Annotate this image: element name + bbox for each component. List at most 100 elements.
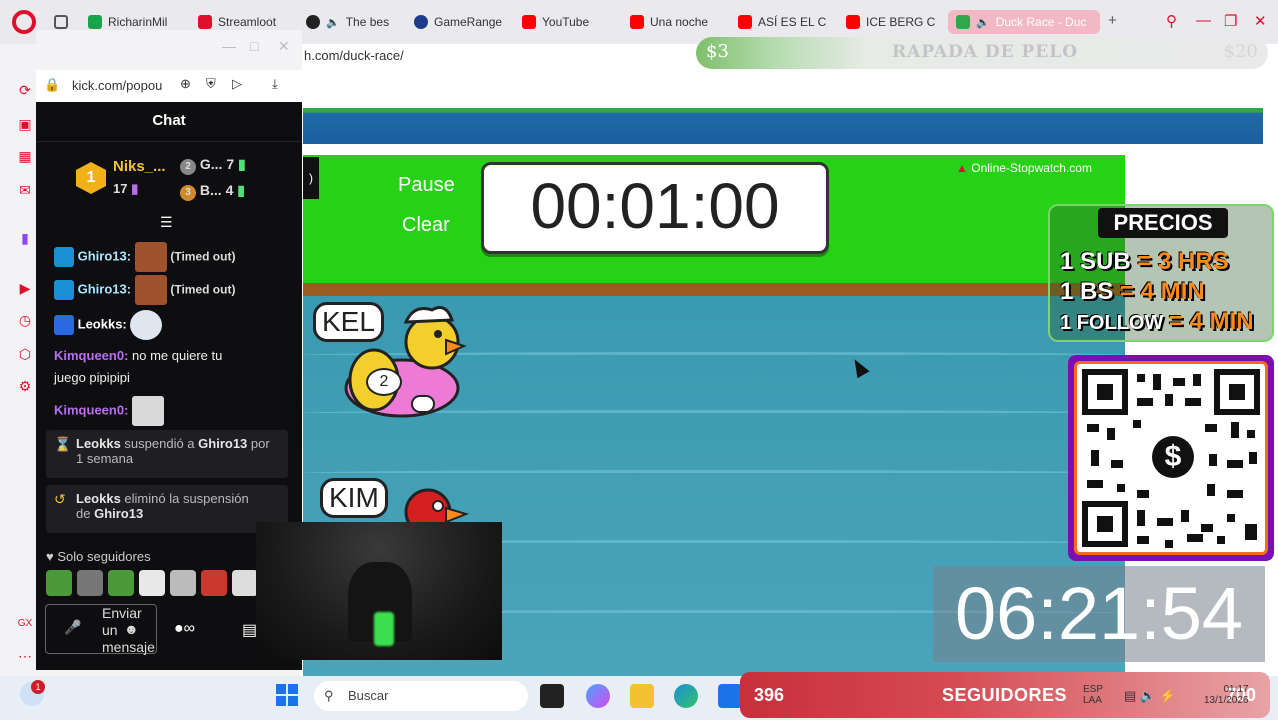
- minimize-button[interactable]: —: [222, 38, 236, 54]
- more-icon[interactable]: ⋯: [17, 648, 33, 664]
- water-wave: [303, 470, 1125, 476]
- duck-kim[interactable]: [392, 486, 472, 526]
- system-message: ↺ Leokks eliminó la suspensión de Ghiro13: [46, 485, 288, 533]
- emoji-icon[interactable]: ☻: [124, 621, 139, 637]
- edge-icon[interactable]: [674, 684, 698, 708]
- play-icon[interactable]: ▶: [17, 280, 33, 296]
- store-icon[interactable]: [718, 684, 742, 708]
- donation-current: $3: [706, 41, 729, 62]
- tab-favicon-icon: [198, 15, 212, 29]
- windows-start-icon[interactable]: [276, 684, 298, 706]
- zoom-icon[interactable]: ⊕: [180, 76, 191, 92]
- mod-badge-icon: [54, 315, 74, 335]
- history-icon[interactable]: ⟳: [17, 82, 33, 98]
- youtube-icon: [630, 15, 644, 29]
- popout-url: kick.com/popou: [72, 78, 163, 93]
- clear-button[interactable]: Clear: [402, 214, 450, 237]
- copilot-icon[interactable]: [586, 684, 610, 708]
- new-tab-button[interactable]: +: [1108, 12, 1117, 29]
- language-indicator[interactable]: ESP LAA: [1083, 684, 1103, 706]
- emote-icon[interactable]: [232, 570, 258, 596]
- green-light: [374, 612, 394, 646]
- minimize-button[interactable]: —: [1196, 12, 1211, 29]
- heart-icon: ♥: [46, 549, 54, 564]
- prices-title: PRECIOS: [1098, 208, 1228, 238]
- clock-icon[interactable]: ◷: [17, 312, 33, 328]
- dollar-icon: $: [1152, 436, 1194, 478]
- collapse-icon[interactable]: ☰: [160, 214, 173, 231]
- twitch-icon[interactable]: ▮: [17, 230, 33, 246]
- emote-icon[interactable]: [77, 570, 103, 596]
- tab-youtube[interactable]: YouTube: [522, 10, 614, 34]
- sound-icon[interactable]: ): [303, 157, 319, 199]
- leader-1-count: 17 ▮: [113, 181, 139, 196]
- tab-una-noche[interactable]: Una noche: [630, 10, 722, 34]
- duck-kel[interactable]: [340, 300, 470, 420]
- emote-icon[interactable]: [46, 570, 72, 596]
- follower-count: 396: [754, 685, 785, 705]
- tab-asi-es-el[interactable]: ASÍ ES EL C: [738, 10, 830, 34]
- emote-icon[interactable]: [139, 570, 165, 596]
- game-banner: [303, 108, 1263, 144]
- file-explorer-icon[interactable]: [630, 684, 654, 708]
- rank-1-badge: 1: [76, 162, 106, 194]
- popout-address-bar[interactable]: 🔒 kick.com/popou ⊕ ⛨ ▷ ⤓: [36, 70, 302, 102]
- emote-icon[interactable]: [108, 570, 134, 596]
- tab-the-bes[interactable]: 🔈 The bes: [306, 10, 398, 34]
- maximize-button[interactable]: ❐: [1224, 12, 1237, 30]
- pause-button[interactable]: Pause: [398, 174, 455, 197]
- youtube-icon: [846, 15, 860, 29]
- chat-message[interactable]: Kimqueen0:: [54, 396, 165, 426]
- notification-badge: 1: [31, 680, 45, 694]
- youtube-icon: [522, 15, 536, 29]
- undo-icon: ↺: [54, 491, 66, 507]
- emote-icon: [134, 275, 167, 305]
- task-view-icon[interactable]: [540, 684, 564, 708]
- opera-logo-icon[interactable]: [12, 10, 36, 34]
- follower-label: SEGUIDORES: [942, 685, 1068, 705]
- chat-message[interactable]: Kimqueen0: no me quiere tu: [54, 348, 222, 363]
- maximize-button[interactable]: □: [250, 38, 258, 54]
- mail-icon[interactable]: ✉: [17, 182, 33, 198]
- tab-ice-berg[interactable]: ICE BERG C: [846, 10, 938, 34]
- points-icon[interactable]: ●∞: [174, 620, 195, 638]
- bag-icon[interactable]: ▣: [17, 116, 33, 132]
- donation-goal: $20: [1223, 41, 1258, 62]
- speaker-icon: 🔈: [326, 16, 340, 29]
- shield-icon[interactable]: ⛨: [206, 76, 216, 92]
- cube-icon[interactable]: ⬡: [17, 346, 33, 362]
- download-icon[interactable]: ⤓: [272, 76, 278, 92]
- sub-badge-icon: [54, 247, 74, 267]
- system-message: ⌛ Leokks suspendió a Ghiro13 por 1 semana: [46, 430, 288, 478]
- tab-favicon-icon: [88, 15, 102, 29]
- chat-message[interactable]: Leokks:: [54, 310, 163, 340]
- lock-icon: 🔒: [44, 77, 61, 92]
- url-text: h.com/duck-race/: [304, 48, 404, 63]
- grid-icon[interactable]: ▦: [17, 148, 33, 164]
- tab-gameranger[interactable]: GameRange: [414, 10, 506, 34]
- tray-icons[interactable]: ▤ 🔈 ⚡: [1124, 688, 1176, 704]
- chat-message-input[interactable]: 🎤 Enviar un ☻ mensaje: [45, 604, 157, 655]
- emote-icon[interactable]: [170, 570, 196, 596]
- search-tabs-icon[interactable]: ⚲: [1166, 12, 1177, 30]
- stopwatch-credit-link[interactable]: ▲ Online-Stopwatch.com: [956, 161, 1092, 175]
- gx-icon[interactable]: GX: [17, 616, 33, 632]
- close-button[interactable]: ✕: [278, 38, 290, 55]
- speaker-icon: 🔈: [976, 16, 990, 29]
- clock[interactable]: 01:17 13/1/2026: [1204, 684, 1249, 706]
- tab-favicon-icon: [414, 15, 428, 29]
- send-icon[interactable]: ▷: [232, 76, 242, 92]
- emote-icon[interactable]: [201, 570, 227, 596]
- mic-icon[interactable]: 🎤: [64, 619, 81, 636]
- opera-sidebar: ⟳ ▣ ▦ ✉ ▮ ▶ ◷ ⬡ ⚙ GX ⋯: [0, 44, 36, 676]
- settings-icon[interactable]: ⚙: [17, 378, 33, 394]
- followers-only-label: ♥ Solo seguidores: [46, 549, 151, 564]
- tab-duck-race[interactable]: 🔈 Duck Race - Duc: [948, 10, 1100, 34]
- gift-icon[interactable]: ▤: [242, 620, 257, 640]
- river-edge: [303, 283, 1125, 297]
- chat-message[interactable]: Ghiro13: (Timed out): [54, 242, 235, 272]
- hourglass-icon: ⌛: [54, 436, 72, 452]
- chat-message[interactable]: Ghiro13: (Timed out): [54, 275, 235, 305]
- taskbar-search[interactable]: ⚲ Buscar: [314, 681, 528, 711]
- close-button[interactable]: ✕: [1254, 12, 1267, 30]
